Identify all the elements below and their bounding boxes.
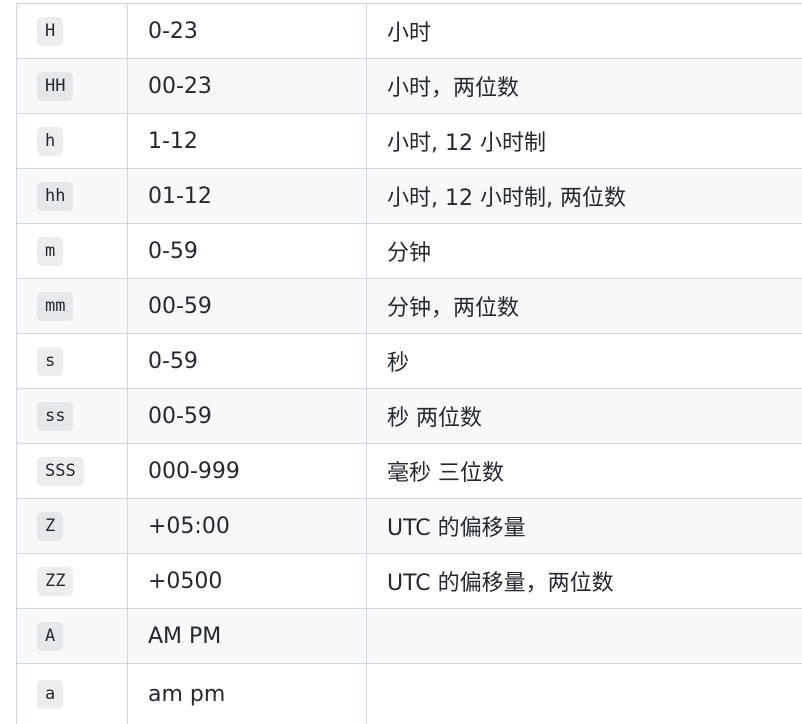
range-cell: +05:00 (128, 499, 367, 553)
range-cell: 00-59 (128, 389, 367, 443)
token-code: hh (37, 181, 74, 211)
table-row: s 0-59 秒 (17, 334, 802, 389)
token-code: ZZ (37, 566, 74, 596)
description-cell: 小时，两位数 (387, 76, 520, 101)
token-code: SSS (37, 456, 84, 486)
range-cell: 0-23 (128, 4, 367, 58)
table-row: hh 01-12 小时, 12 小时制, 两位数 (17, 169, 802, 224)
range-cell: 01-12 (128, 169, 367, 223)
token-cell: A (17, 609, 128, 663)
description-cell (367, 609, 802, 663)
description-cell: 毫秒 三位数 (387, 461, 504, 486)
table-row: Z +05:00 UTC 的偏移量 (17, 499, 802, 554)
description-cell: 小时, 12 小时制 (387, 131, 546, 156)
range-cell: 00-59 (128, 279, 367, 333)
range-cell: +0500 (128, 554, 367, 608)
range-cell: 0-59 (128, 334, 367, 388)
token-cell: HH (17, 59, 128, 113)
token-code: ss (37, 401, 74, 431)
range-cell: am pm (128, 664, 367, 724)
token-code: h (37, 126, 64, 156)
token-cell: s (17, 334, 128, 388)
range-cell: 1-12 (128, 114, 367, 168)
token-code: H (37, 16, 64, 46)
token-code: A (37, 621, 64, 651)
range-cell: AM PM (128, 609, 367, 663)
token-code: mm (37, 291, 74, 321)
description-cell: 秒 两位数 (387, 406, 482, 431)
token-code: Z (37, 511, 64, 541)
token-cell: m (17, 224, 128, 278)
table-row: ss 00-59 秒 两位数 (17, 389, 802, 444)
token-cell: a (17, 664, 128, 724)
description-cell: 小时 (387, 21, 432, 46)
token-cell: hh (17, 169, 128, 223)
token-code: s (37, 346, 64, 376)
table-row: HH 00-23 小时，两位数 (17, 59, 802, 114)
table-row: h 1-12 小时, 12 小时制 (17, 114, 802, 169)
table-row: mm 00-59 分钟，两位数 (17, 279, 802, 334)
table-row: a am pm (17, 664, 802, 724)
format-token-table: H 0-23 小时 HH 00-23 小时，两位数 h 1-12 小时, 12 … (16, 4, 802, 724)
description-cell: 分钟，两位数 (387, 296, 520, 321)
table-row: H 0-23 小时 (17, 4, 802, 59)
description-cell (367, 664, 802, 724)
description-cell: UTC 的偏移量，两位数 (387, 571, 614, 596)
range-cell: 0-59 (128, 224, 367, 278)
table-row: m 0-59 分钟 (17, 224, 802, 279)
token-cell: ss (17, 389, 128, 443)
range-cell: 000-999 (128, 444, 367, 498)
table-row: ZZ +0500 UTC 的偏移量，两位数 (17, 554, 802, 609)
token-code: a (37, 679, 64, 709)
token-cell: mm (17, 279, 128, 333)
description-cell: 小时, 12 小时制, 两位数 (387, 186, 626, 211)
token-cell: Z (17, 499, 128, 553)
table-row: A AM PM (17, 609, 802, 664)
table-row: SSS 000-999 毫秒 三位数 (17, 444, 802, 499)
range-cell: 00-23 (128, 59, 367, 113)
token-code: HH (37, 71, 74, 101)
token-cell: H (17, 4, 128, 58)
description-cell: UTC 的偏移量 (387, 516, 526, 541)
token-cell: SSS (17, 444, 128, 498)
description-cell: 分钟 (387, 241, 432, 266)
token-cell: h (17, 114, 128, 168)
token-code: m (37, 236, 64, 266)
token-cell: ZZ (17, 554, 128, 608)
description-cell: 秒 (387, 351, 410, 376)
